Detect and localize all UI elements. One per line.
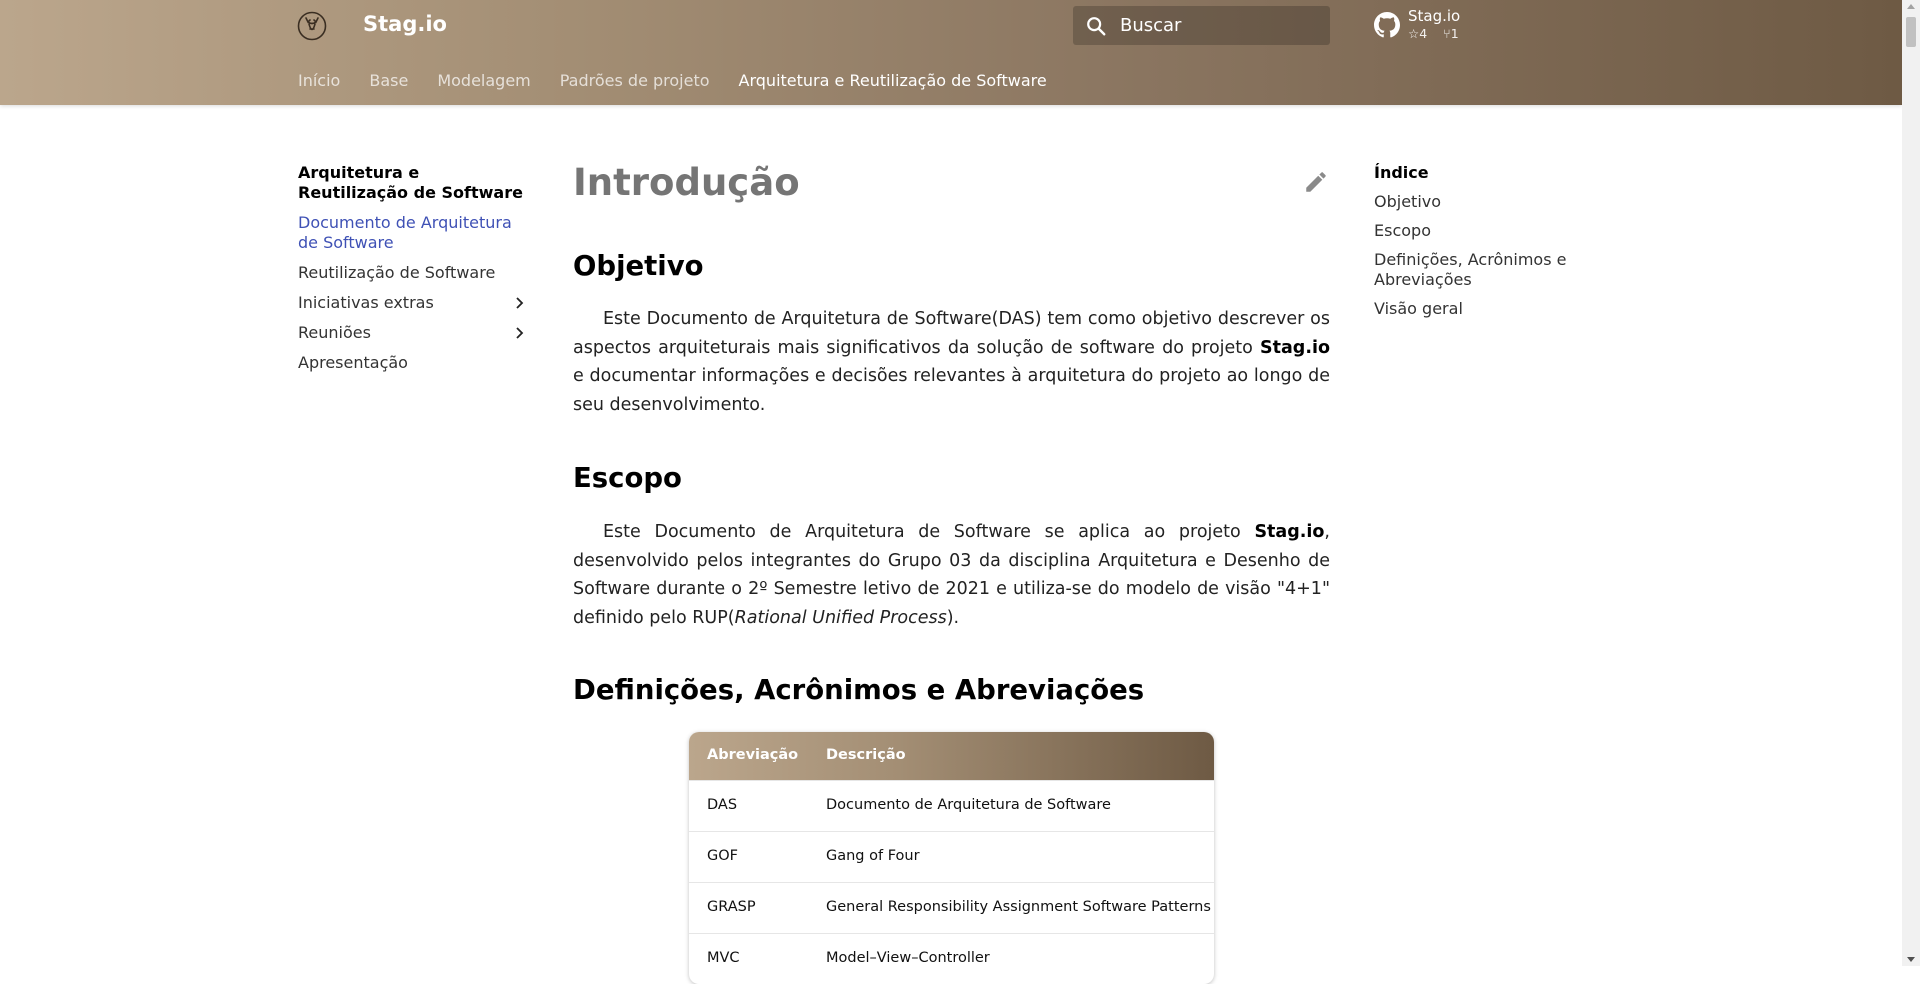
toc-item-objetivo[interactable]: Objetivo xyxy=(1374,192,1604,212)
heading-objetivo: Objetivo xyxy=(573,250,704,282)
sidebar-item-iniciativas-extras[interactable]: Iniciativas extras xyxy=(298,293,533,313)
text: ). xyxy=(946,607,960,628)
stag-logo-icon[interactable] xyxy=(297,11,327,41)
cell-abreviacao: GRASP xyxy=(707,899,756,915)
repo-link[interactable]: Stag.io ☆4 ⑂1 xyxy=(1374,7,1484,43)
table-row: MVC Model–View–Controller xyxy=(689,933,1214,984)
sidebar-item-documento-arquitetura[interactable]: Documento de Arquitetura de Software xyxy=(298,213,533,253)
fork-count: ⑂1 xyxy=(1443,26,1459,41)
cell-abreviacao: MVC xyxy=(707,950,740,966)
cell-abreviacao: DAS xyxy=(707,797,738,813)
sidebar-item-apresentacao[interactable]: Apresentação xyxy=(298,353,533,373)
star-count: ☆4 xyxy=(1408,26,1428,41)
column-header-abreviacao: Abreviação xyxy=(707,747,799,763)
rup-full-name: Rational Unified Process xyxy=(734,607,947,628)
tab-modelagem[interactable]: Modelagem xyxy=(437,71,530,93)
toc-title: Índice xyxy=(1374,163,1429,182)
tab-inicio[interactable]: Início xyxy=(298,71,340,93)
search-input[interactable]: Buscar xyxy=(1073,6,1330,45)
search-placeholder: Buscar xyxy=(1120,15,1182,36)
project-name: Stag.io xyxy=(1260,337,1330,358)
sidebar-item-label: Reuniões xyxy=(298,323,371,342)
vertical-scrollbar[interactable] xyxy=(1902,0,1920,966)
table-row: GRASP General Responsibility Assignment … xyxy=(689,882,1214,933)
pencil-icon[interactable] xyxy=(1303,169,1329,195)
forks-value: 1 xyxy=(1450,26,1459,41)
scroll-thumb[interactable] xyxy=(1906,17,1916,47)
cell-descricao: General Responsibility Assignment Softwa… xyxy=(826,899,1211,915)
text: Este Documento de Arquitetura de Softwar… xyxy=(603,522,1255,542)
repo-stats: ☆4 ⑂1 xyxy=(1408,26,1475,41)
site-title[interactable]: Stag.io xyxy=(363,12,447,36)
project-name: Stag.io xyxy=(1254,522,1325,542)
toc-item-visao-geral[interactable]: Visão geral xyxy=(1374,299,1604,319)
tab-arquitetura[interactable]: Arquitetura e Reutilização de Software xyxy=(739,71,1047,93)
sidebar-item-reunioes[interactable]: Reuniões xyxy=(298,323,533,343)
toc-item-definicoes[interactable]: Definições, Acrônimos e Abreviações xyxy=(1374,250,1604,290)
chevron-right-icon[interactable] xyxy=(510,324,528,342)
cell-descricao: Model–View–Controller xyxy=(826,950,990,966)
abbreviations-table: Abreviação Descrição DAS Documento de Ar… xyxy=(689,732,1214,984)
repo-name: Stag.io xyxy=(1408,7,1461,25)
heading-escopo: Escopo xyxy=(573,462,682,494)
tab-base[interactable]: Base xyxy=(369,71,408,93)
sidebar-item-label: Iniciativas extras xyxy=(298,293,434,312)
table-row: DAS Documento de Arquitetura de Software xyxy=(689,780,1214,831)
text: e documentar informações e decisões rele… xyxy=(573,366,1330,415)
scroll-up-arrow-icon[interactable] xyxy=(1907,4,1915,9)
cell-descricao: Documento de Arquitetura de Software xyxy=(826,797,1111,813)
table-row: GOF Gang of Four xyxy=(689,831,1214,882)
column-header-descricao: Descrição xyxy=(826,747,906,763)
scroll-down-arrow-icon[interactable] xyxy=(1907,957,1915,962)
site-header: Stag.io Buscar Stag.io ☆4 ⑂1 Início Base … xyxy=(0,0,1902,105)
table-header: Abreviação Descrição xyxy=(689,732,1214,780)
sidebar-nav: Arquitetura e Reutilização de Software D… xyxy=(298,163,533,383)
stars-value: 4 xyxy=(1419,26,1428,41)
search-icon xyxy=(1087,17,1106,36)
paragraph-escopo: Este Documento de Arquitetura de Softwar… xyxy=(573,518,1330,632)
github-icon xyxy=(1374,12,1400,38)
chevron-right-icon[interactable] xyxy=(510,294,528,312)
cell-descricao: Gang of Four xyxy=(826,848,920,864)
sidebar-title: Arquitetura e Reutilização de Software xyxy=(298,163,523,202)
nav-tabs: Início Base Modelagem Padrões de projeto… xyxy=(298,71,1076,93)
page-title: Introdução xyxy=(573,161,800,204)
toc-item-escopo[interactable]: Escopo xyxy=(1374,221,1604,241)
sidebar-item-reutilizacao[interactable]: Reutilização de Software xyxy=(298,263,533,283)
paragraph-objetivo: Este Documento de Arquitetura de Softwar… xyxy=(573,305,1330,419)
tab-padroes-de-projeto[interactable]: Padrões de projeto xyxy=(560,71,710,93)
cell-abreviacao: GOF xyxy=(707,848,738,864)
text: Este Documento de Arquitetura de Softwar… xyxy=(573,309,1330,358)
main-content: Introdução xyxy=(573,160,1330,206)
heading-definicoes: Definições, Acrônimos e Abreviações xyxy=(573,674,1145,706)
table-of-contents: Índice Objetivo Escopo Definições, Acrôn… xyxy=(1374,163,1604,328)
